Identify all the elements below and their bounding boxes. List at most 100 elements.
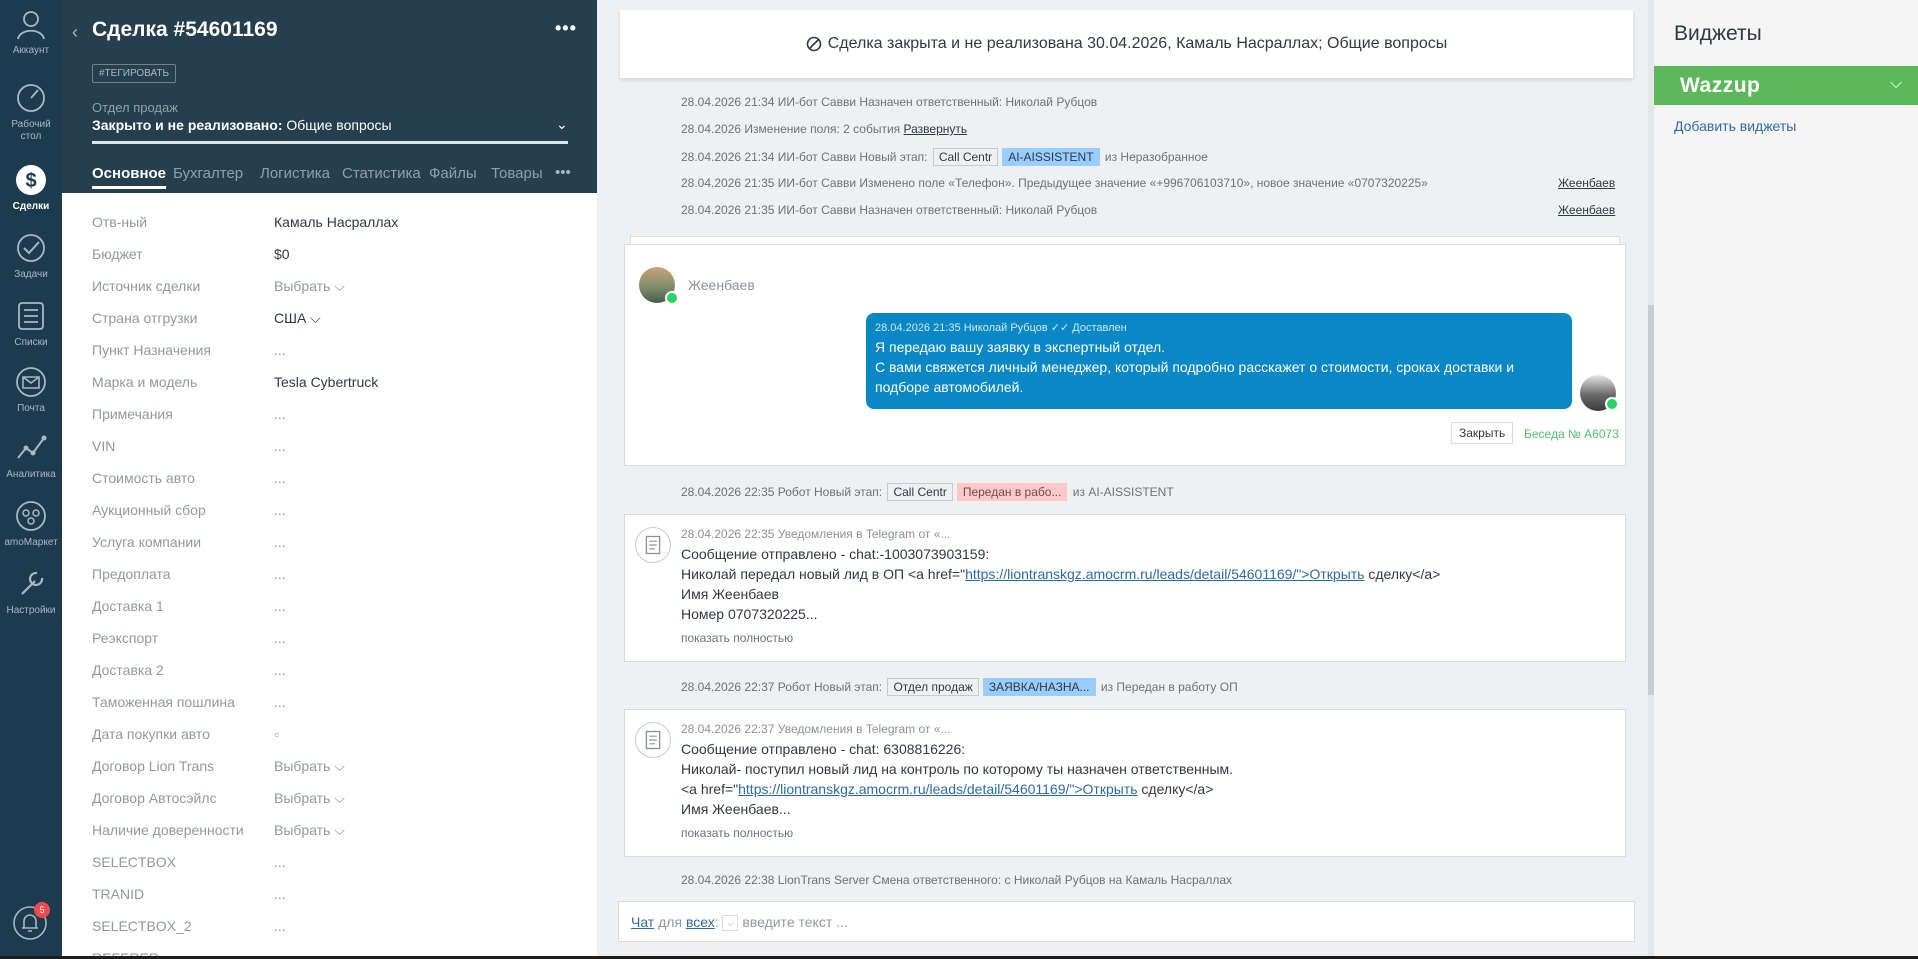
nav-deals[interactable]: $ Сделки <box>0 162 62 213</box>
log-author-link[interactable]: Жеенбаев <box>1558 203 1615 217</box>
field-value[interactable]: ... <box>274 630 286 646</box>
nav-account[interactable]: Аккаунт <box>0 6 62 57</box>
field-model[interactable]: Марка и модель Tesla Cybertruck <box>92 366 572 398</box>
field-customs[interactable]: Таможенная пошлина... <box>92 686 572 718</box>
log-text: из AI-AISSISTENT <box>1069 485 1174 499</box>
nav-analytics-label: Аналитика <box>6 469 56 480</box>
chat-stack-edge <box>630 236 1620 244</box>
nav-dashboard[interactable]: Рабочий стол <box>0 80 62 143</box>
banner-text: Сделка закрыта и не реализована 30.04.20… <box>827 35 1448 52</box>
tab-main[interactable]: Основное <box>92 165 167 189</box>
field-value[interactable]: ... <box>274 854 286 870</box>
field-value[interactable]: ... <box>274 534 286 550</box>
pipeline-progress-bar <box>92 141 568 144</box>
field-reexport[interactable]: Реэкспорт... <box>92 622 572 654</box>
field-value[interactable]: $0 <box>274 246 290 262</box>
widgets-title: Виджеты <box>1674 22 1762 45</box>
nav-tasks[interactable]: Задачи <box>0 230 62 281</box>
field-destination[interactable]: Пункт Назначения... <box>92 334 572 366</box>
field-car-price[interactable]: Стоимость авто... <box>92 462 572 494</box>
field-value[interactable]: ... <box>274 886 286 902</box>
tab-accounting[interactable]: Бухгалтер <box>173 165 243 182</box>
nav-dashboard-label: Рабочий стол <box>11 119 51 142</box>
nav-mail[interactable]: Почта <box>0 364 62 415</box>
field-budget[interactable]: Бюджет $0 <box>92 238 572 270</box>
message-composer[interactable]: Чат для всех: ⌵ введите текст ... <box>618 901 1635 942</box>
deal-url-link[interactable]: https://liontranskgz.amocrm.ru/leads/det… <box>738 781 1137 797</box>
tabs-more-menu[interactable]: ••• <box>555 164 571 181</box>
field-responsible[interactable]: Отв-ный Камаль Насраллах <box>92 206 572 238</box>
field-value[interactable]: Tesla Cybertruck <box>274 374 378 390</box>
field-vin[interactable]: VIN... <box>92 430 572 462</box>
field-value[interactable]: Выбрать ⌵ <box>274 278 345 295</box>
conversation-number[interactable]: Беседа № А6073 <box>1524 427 1619 441</box>
field-notes[interactable]: Примечания... <box>92 398 572 430</box>
deal-url-link[interactable]: https://liontranskgz.amocrm.ru/leads/det… <box>965 566 1364 582</box>
field-tranid[interactable]: TRANID... <box>92 878 572 910</box>
field-value[interactable]: Выбрать ⌵ <box>274 790 345 807</box>
field-contract-lion[interactable]: Договор Lion Trans Выбрать ⌵ <box>92 750 572 782</box>
nav-settings-label: Настройки <box>6 605 56 616</box>
nav-settings[interactable]: Настройки <box>0 566 62 617</box>
chat-mode-link[interactable]: Чат <box>631 914 654 930</box>
field-value[interactable]: ... <box>274 406 286 422</box>
field-value[interactable]: ... <box>274 502 286 518</box>
close-conversation-button[interactable]: Закрыть <box>1451 422 1514 444</box>
nav-analytics[interactable]: Аналитика <box>0 430 62 481</box>
account-icon <box>17 11 45 40</box>
field-value[interactable]: ... <box>274 694 286 710</box>
calendar-icon[interactable]: ▫ <box>274 726 279 742</box>
field-service[interactable]: Услуга компании... <box>92 526 572 558</box>
tab-files[interactable]: Файлы <box>429 165 477 182</box>
tab-statistics[interactable]: Статистика <box>342 165 421 182</box>
template-select[interactable]: ⌵ <box>722 915 739 932</box>
recipients-link[interactable]: всех <box>686 914 715 930</box>
field-value[interactable]: ... <box>274 662 286 678</box>
field-value[interactable]: ... <box>274 918 286 934</box>
whatsapp-icon <box>1605 397 1619 411</box>
field-country[interactable]: Страна отгрузки США ⌵ <box>92 302 572 334</box>
pipeline-status-select[interactable]: Закрыто и не реализовано: Общие вопросы <box>92 117 392 133</box>
field-value[interactable]: США ⌵ <box>274 310 321 327</box>
nav-market-label: amoМаркет <box>4 537 58 548</box>
field-value[interactable]: ... <box>274 566 286 582</box>
back-arrow-icon[interactable]: ‹ <box>72 22 78 43</box>
log-author-link[interactable]: Жеенбаев <box>1558 176 1615 190</box>
field-delivery-2[interactable]: Доставка 2... <box>92 654 572 686</box>
chevron-down-icon[interactable]: ⌵ <box>1890 75 1902 93</box>
field-value[interactable]: ... <box>274 470 286 486</box>
note-text: <a href=" <box>681 781 739 797</box>
add-widgets-link[interactable]: Добавить виджеты <box>1674 118 1796 134</box>
show-more-link[interactable]: показать полностью <box>681 631 793 645</box>
composer-placeholder[interactable]: введите текст ... <box>742 914 847 930</box>
field-delivery-1[interactable]: Доставка 1... <box>92 590 572 622</box>
field-value[interactable]: ... <box>274 598 286 614</box>
field-prepayment[interactable]: Предоплата... <box>92 558 572 590</box>
nav-tasks-label: Задачи <box>14 269 48 280</box>
field-source[interactable]: Источник сделки Выбрать ⌵ <box>92 270 572 302</box>
field-contract-autosales[interactable]: Договор Автосэйлс Выбрать ⌵ <box>92 782 572 814</box>
field-purchase-date[interactable]: Дата покупки авто ▫ <box>92 718 572 750</box>
field-power-of-attorney[interactable]: Наличие доверенности Выбрать ⌵ <box>92 814 572 846</box>
field-value[interactable]: ... <box>274 342 286 358</box>
field-value[interactable]: Выбрать ⌵ <box>274 822 345 839</box>
show-more-link[interactable]: показать полностью <box>681 826 793 840</box>
expand-link[interactable]: Развернуть <box>904 122 968 136</box>
tab-logistics[interactable]: Логистика <box>260 165 330 182</box>
wazzup-widget[interactable]: Wazzup ⌵ <box>1654 66 1918 105</box>
field-value[interactable]: ... <box>274 438 286 454</box>
field-selectbox[interactable]: SELECTBOX... <box>92 846 572 878</box>
field-selectbox-2[interactable]: SELECTBOX_2... <box>92 910 572 942</box>
nav-market[interactable]: amoМаркет <box>0 498 62 549</box>
field-value[interactable]: Выбрать ⌵ <box>274 758 345 775</box>
stage-chip: ЗАЯВКА/НАЗНА... <box>982 678 1096 696</box>
tag-button[interactable]: #ТЕГИРОВАТЬ <box>92 64 177 83</box>
field-auction-fee[interactable]: Аукционный сбор... <box>92 494 572 526</box>
chevron-down-icon[interactable]: ⌄ <box>556 116 568 133</box>
field-value[interactable]: Камаль Насраллах <box>274 214 398 230</box>
tab-products[interactable]: Товары <box>491 165 543 182</box>
card-more-menu[interactable]: ••• <box>555 18 577 39</box>
nav-lists[interactable]: Списки <box>0 298 62 349</box>
composer-colon: : <box>714 914 719 930</box>
note-line: Сообщение отправлено - chat:-10030739031… <box>681 546 990 562</box>
